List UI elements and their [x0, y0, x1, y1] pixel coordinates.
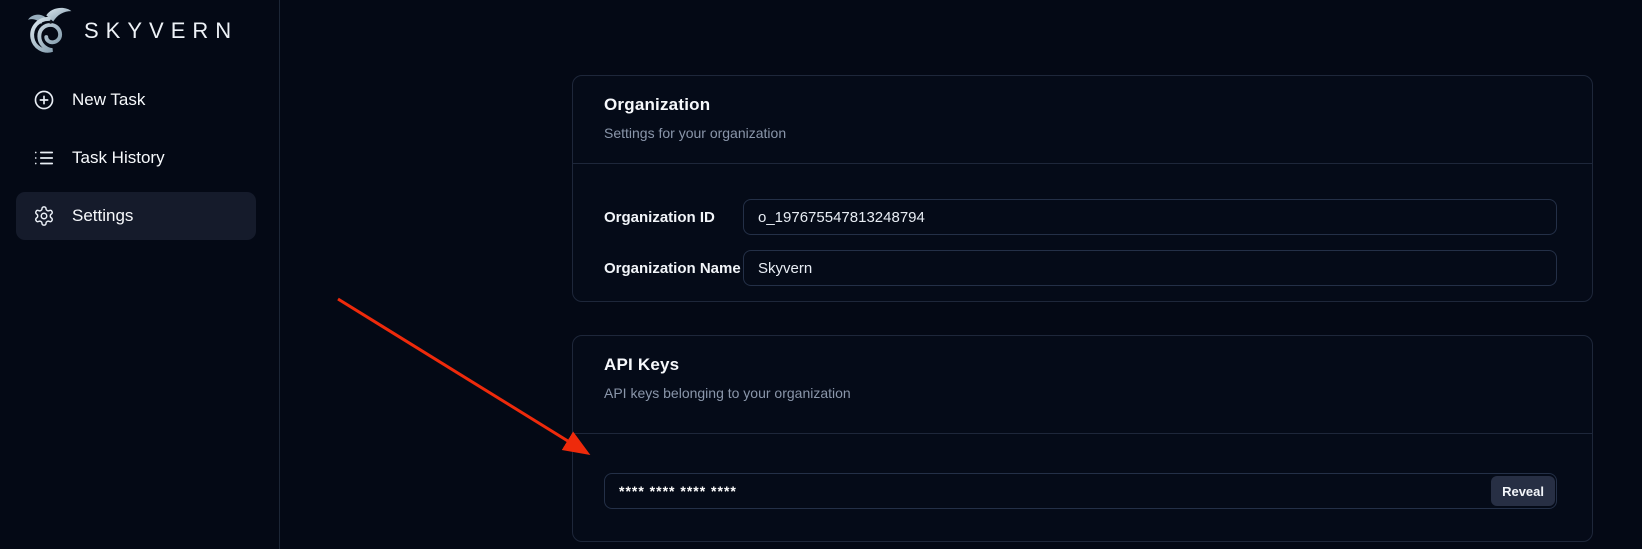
plus-circle-icon [33, 89, 55, 111]
organization-card-body: Organization ID Organization Name [573, 164, 1592, 286]
sidebar-item-task-history[interactable]: Task History [16, 134, 256, 182]
reveal-button[interactable]: Reveal [1491, 476, 1555, 506]
organization-name-label: Organization Name [604, 260, 743, 277]
list-icon [33, 147, 55, 169]
api-keys-card: API Keys API keys belonging to your orga… [572, 335, 1593, 542]
api-keys-card-title: API Keys [604, 355, 1561, 375]
api-keys-card-subtitle: API keys belonging to your organization [604, 385, 1561, 401]
gear-icon [33, 205, 55, 227]
organization-card: Organization Settings for your organizat… [572, 75, 1593, 302]
organization-name-row: Organization Name [604, 250, 1557, 286]
sidebar-item-label: Task History [72, 148, 165, 168]
organization-id-input[interactable] [743, 199, 1557, 235]
organization-card-title: Organization [604, 95, 1561, 115]
api-keys-card-header: API Keys API keys belonging to your orga… [573, 336, 1592, 434]
api-key-row: Reveal [604, 473, 1557, 509]
organization-card-subtitle: Settings for your organization [604, 125, 1561, 141]
sidebar-item-label: New Task [72, 90, 145, 110]
brand-header: SKYVERN [22, 2, 238, 60]
organization-id-label: Organization ID [604, 209, 743, 226]
sidebar-item-label: Settings [72, 206, 133, 226]
sidebar-item-new-task[interactable]: New Task [16, 76, 256, 124]
brand-name: SKYVERN [84, 18, 238, 44]
organization-card-header: Organization Settings for your organizat… [573, 76, 1592, 164]
sidebar-item-settings[interactable]: Settings [16, 192, 256, 240]
sidebar: SKYVERN New Task Ta [0, 0, 280, 549]
sidebar-nav: New Task Task History [16, 76, 256, 240]
organization-name-input[interactable] [743, 250, 1557, 286]
api-keys-card-body: Reveal [573, 434, 1592, 509]
skyvern-settings-page: SKYVERN New Task Ta [0, 0, 1642, 549]
api-key-masked-input[interactable] [604, 473, 1557, 509]
organization-id-row: Organization ID [604, 199, 1557, 235]
skyvern-dragon-logo-icon [22, 5, 74, 57]
